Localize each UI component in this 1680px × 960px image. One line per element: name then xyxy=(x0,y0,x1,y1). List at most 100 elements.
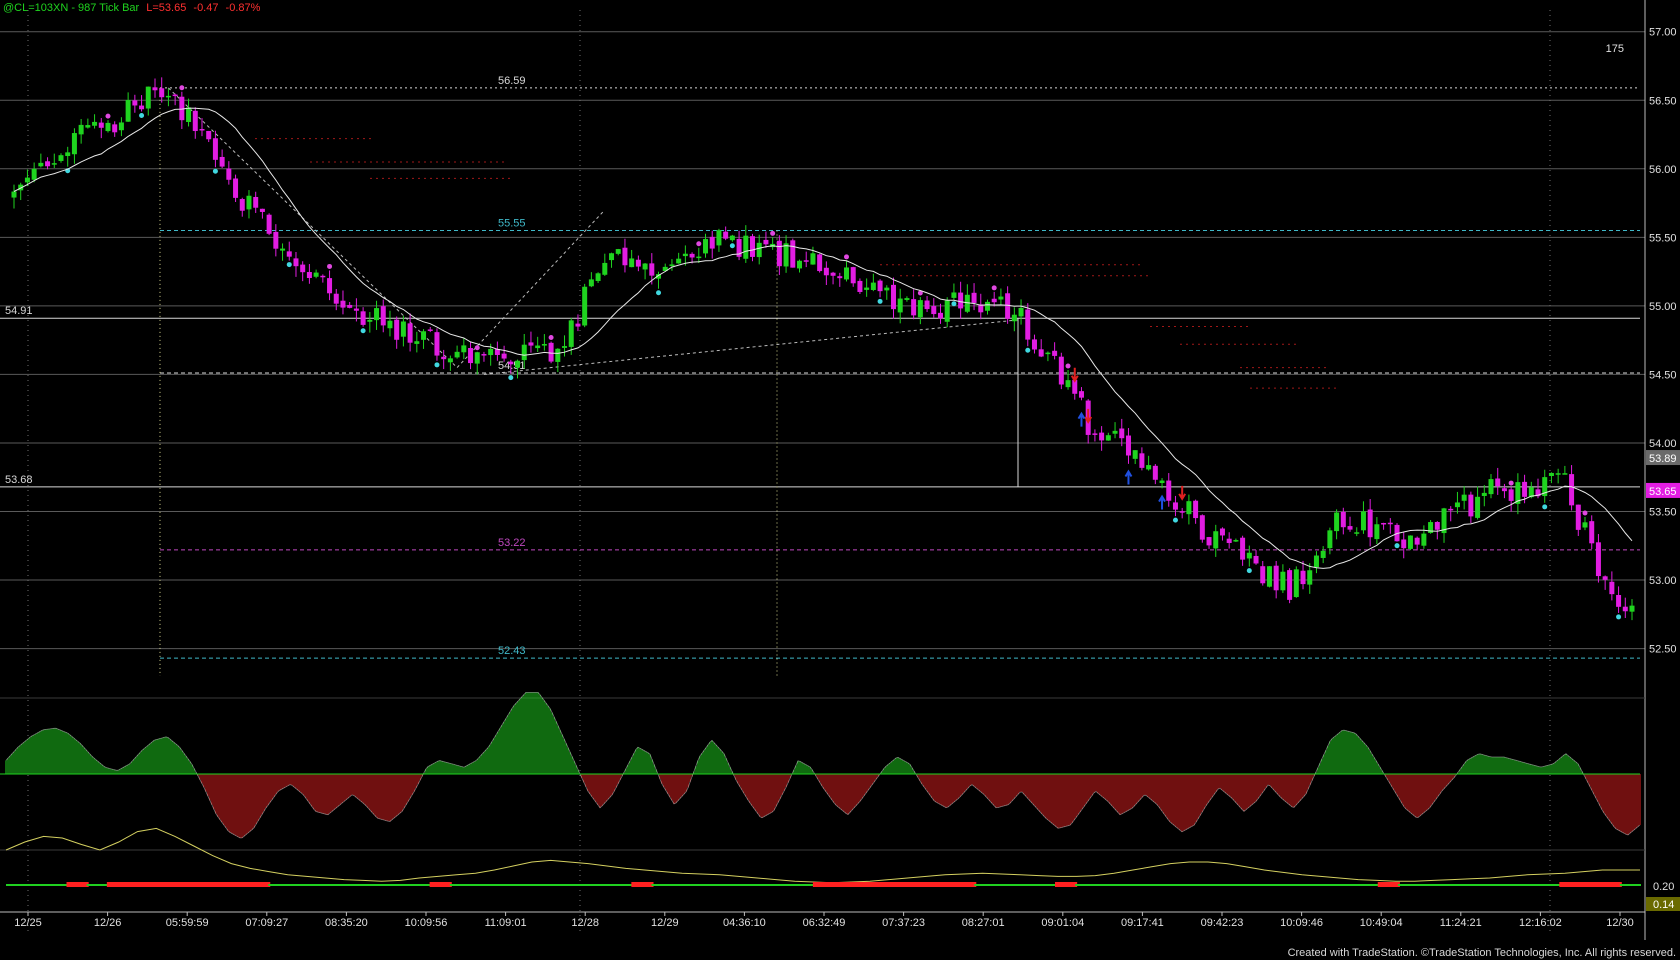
candle-body xyxy=(1347,526,1353,530)
candle-body xyxy=(1340,511,1346,528)
candle-body xyxy=(1193,500,1199,519)
candle-body xyxy=(447,358,453,363)
candle-body xyxy=(394,319,400,340)
candle-body xyxy=(548,342,554,362)
candle-body xyxy=(414,341,420,344)
y-tick-55.00: 55.00 xyxy=(1649,301,1677,313)
candle-body xyxy=(1334,512,1340,532)
sell-arrow-icon xyxy=(1178,485,1187,501)
candle-body xyxy=(1354,532,1360,534)
candle-body xyxy=(233,178,239,198)
candle-body xyxy=(501,353,507,359)
pivot-low-dot xyxy=(1246,568,1252,574)
y-tick-53.00: 53.00 xyxy=(1649,575,1677,587)
candle-body xyxy=(877,280,883,292)
candle-body xyxy=(1508,489,1514,501)
candle-body xyxy=(1407,535,1413,549)
candle-body xyxy=(327,278,333,294)
price-chart[interactable]: 56.5955.5554.9154.5153.6853.2252.43 57.0… xyxy=(0,0,1680,960)
candle-body xyxy=(280,248,286,251)
candles xyxy=(11,77,1635,621)
candle-body xyxy=(568,320,574,347)
pivot-high-dot xyxy=(474,345,480,351)
candle-body xyxy=(1058,356,1064,385)
candle-body xyxy=(1159,480,1165,484)
candle-body xyxy=(743,235,749,259)
candle-body xyxy=(186,107,192,122)
candle-body xyxy=(951,292,957,298)
candle-body xyxy=(199,129,205,131)
candle-body xyxy=(1179,511,1185,513)
credit-text: Created with TradeStation. ©TradeStation… xyxy=(1287,947,1676,959)
x-tick-09:17:41: 09:17:41 xyxy=(1121,917,1164,929)
pivot-high-dot xyxy=(770,230,776,236)
candle-body xyxy=(575,323,581,327)
candle-body xyxy=(756,242,762,258)
candle-body xyxy=(1454,502,1460,508)
oscillator-line xyxy=(5,692,1641,839)
candle-body xyxy=(1018,307,1024,317)
x-tick-12/30: 12/30 xyxy=(1606,917,1634,929)
pivot-high-dot xyxy=(327,263,333,269)
candle-body xyxy=(1421,533,1427,546)
candle-body xyxy=(729,235,735,241)
candle-body xyxy=(609,253,615,261)
x-tick-07:37:23: 07:37:23 xyxy=(882,917,925,929)
candle-body xyxy=(1401,539,1407,549)
candle-body xyxy=(239,199,245,211)
candle-body xyxy=(649,263,655,276)
x-tick-12/28: 12/28 xyxy=(571,917,599,929)
candle-body xyxy=(1448,508,1454,511)
candle-body xyxy=(1078,391,1084,398)
candle-body xyxy=(306,272,312,279)
candle-body xyxy=(1099,432,1105,441)
price-levels: 56.5955.5554.9154.5153.6853.2252.43 xyxy=(0,75,1640,659)
candle-body xyxy=(1005,293,1011,319)
candle-body xyxy=(226,168,232,180)
time-axis: 12/25 12/26 05:59:59 07:09:27 08:35:20 10:09:… xyxy=(0,911,1645,929)
pivot-low-dot xyxy=(1616,614,1622,620)
candle-body xyxy=(790,240,796,268)
candle-body xyxy=(669,264,675,266)
candle-body xyxy=(797,260,803,269)
candle-body xyxy=(703,239,709,254)
candle-body xyxy=(890,284,896,310)
candle-body xyxy=(810,253,816,265)
candle-body xyxy=(776,240,782,267)
candle-body xyxy=(441,356,447,360)
candle-body xyxy=(857,280,863,292)
candle-body xyxy=(1360,511,1366,531)
candle-body xyxy=(1293,569,1299,598)
candle-body xyxy=(602,262,608,275)
candle-body xyxy=(937,312,943,319)
candle-body xyxy=(488,348,494,356)
lower-value-label-2: 0.14 xyxy=(1653,899,1674,911)
candle-body xyxy=(1313,555,1319,568)
bar-count-label: 175 xyxy=(1606,43,1624,55)
candle-body xyxy=(78,124,84,135)
candle-body xyxy=(1548,472,1554,477)
y-tick-54.50: 54.50 xyxy=(1649,369,1677,381)
pivot-high-dot xyxy=(843,254,849,260)
candle-body xyxy=(293,258,299,267)
candle-body xyxy=(1166,480,1172,501)
candle-body xyxy=(1522,481,1528,497)
candle-body xyxy=(172,94,178,97)
candle-body xyxy=(1609,581,1615,595)
candle-body xyxy=(897,298,903,313)
candle-body xyxy=(562,346,568,348)
candle-body xyxy=(709,236,715,249)
candle-body xyxy=(783,243,789,267)
candle-body xyxy=(1186,501,1192,515)
candle-body xyxy=(152,87,158,91)
pivot-low-dot xyxy=(1542,504,1548,510)
x-tick-12/29: 12/29 xyxy=(651,917,679,929)
candle-body xyxy=(1280,571,1286,591)
candle-body xyxy=(85,125,91,128)
candle-body xyxy=(1246,552,1252,559)
pivot-low-dot xyxy=(877,298,883,304)
candle-body xyxy=(212,138,218,160)
candle-body xyxy=(347,304,353,308)
trend-lines xyxy=(159,87,1022,676)
candle-body xyxy=(98,122,104,128)
